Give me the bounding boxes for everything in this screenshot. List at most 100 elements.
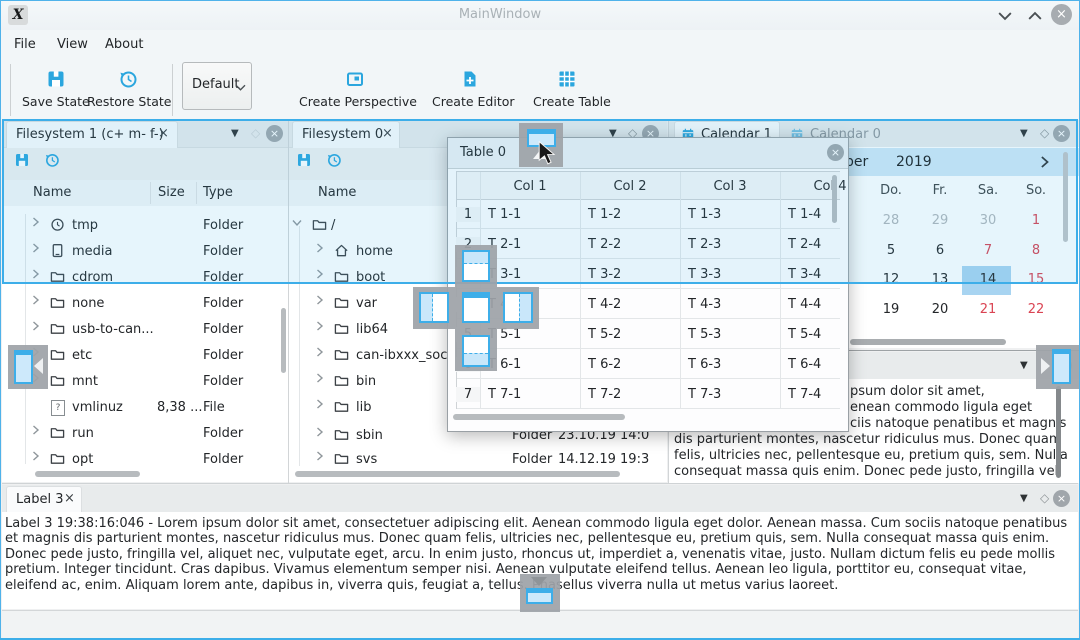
cell[interactable]: T 1-4 [788,207,821,222]
tree-row[interactable]: lib [356,400,371,415]
tab-filesystem1-close-icon[interactable]: × [158,126,169,141]
chevron-right-icon[interactable] [316,373,324,383]
chevron-right-icon[interactable] [316,243,324,253]
chevron-right-icon[interactable] [316,451,324,461]
calendar-day[interactable]: 15 [1014,272,1058,287]
tree-row[interactable]: svs [356,452,377,467]
menu-about[interactable]: About [105,37,143,52]
calendar-day[interactable]: 12 [869,272,913,287]
minimize-button[interactable] [998,10,1012,22]
menu-view[interactable]: View [57,37,88,52]
create-perspective-button[interactable]: Create Perspective [299,94,417,109]
fs0-save-icon[interactable] [296,152,312,168]
fs1-vscrollbar[interactable] [281,308,286,373]
chevron-right-icon[interactable] [32,217,40,227]
chevron-right-icon[interactable] [32,321,40,331]
cell[interactable]: T 3-2 [588,267,621,282]
cell[interactable]: T 5-3 [688,327,721,342]
fs1-float-icon[interactable]: ◇ [251,125,260,141]
calendar-next-month-icon[interactable] [1040,155,1050,169]
window-titlebar[interactable]: X MainWindow × [0,0,1080,30]
table0-hscrollbar[interactable] [453,414,625,420]
tree-row[interactable]: mnt [72,374,98,389]
tree-row[interactable]: sbin [356,428,383,443]
row-number[interactable]: 1 [456,207,480,222]
chevron-right-icon[interactable] [316,295,324,305]
chevron-right-icon[interactable] [316,347,324,357]
chevron-right-icon[interactable] [316,399,324,409]
calendar-day[interactable]: 29 [918,213,962,228]
tree-row[interactable]: run [72,426,94,441]
chevron-right-icon[interactable] [316,321,324,331]
cell[interactable]: T 6-4 [788,357,821,372]
create-editor-button[interactable]: Create Editor [432,94,515,109]
calendar-hscrollbar[interactable] [850,339,1006,345]
calendar-day[interactable]: 6 [918,243,962,258]
tree-row[interactable]: media [72,244,113,259]
fs1-save-icon[interactable] [14,152,30,168]
table0-col-header[interactable]: Col 3 [680,179,780,194]
tab-label3-close-icon[interactable]: × [64,491,75,506]
cell[interactable]: T 7-2 [588,387,621,402]
chevron-right-icon[interactable] [316,427,324,437]
cell[interactable]: T 2-3 [688,237,721,252]
save-state-button[interactable]: Save State [22,94,90,109]
cell[interactable]: T 1-2 [588,207,621,222]
chevron-right-icon[interactable] [32,295,40,305]
cell[interactable]: T 1-3 [688,207,721,222]
table0-titlebar[interactable]: Table 0 × [448,138,848,169]
calendar-day[interactable]: 19 [869,302,913,317]
row-number[interactable]: 7 [456,387,480,402]
label0-vscrollbar[interactable] [1056,386,1061,478]
label3-float-icon[interactable]: ◇ [1040,490,1049,506]
label3-titlebar[interactable] [2,485,1078,513]
calendar-day[interactable]: 7 [966,243,1010,258]
calendar-day[interactable]: 20 [918,302,962,317]
cell[interactable]: T 6-3 [688,357,721,372]
table0-col-header[interactable]: Col 2 [580,179,680,194]
cell[interactable]: T 6-2 [588,357,621,372]
tree-row[interactable]: tmp [72,218,98,233]
cell[interactable]: T 3-4 [788,267,821,282]
cell[interactable]: T 1-1 [488,207,521,222]
cell[interactable]: T 7-3 [688,387,721,402]
table0-col-header[interactable]: Col 4 [780,179,849,194]
tree-row[interactable]: boot [356,270,385,285]
tree-row[interactable]: bin [356,374,376,389]
cell[interactable]: T 3-3 [688,267,721,282]
table0-vscrollbar[interactable] [832,175,837,223]
calendar-day[interactable]: 1 [1014,213,1058,228]
cell[interactable]: T 7-1 [488,387,521,402]
cell[interactable]: T 7-4 [788,387,821,402]
cell[interactable]: T 5-2 [588,327,621,342]
tree-row[interactable]: none [72,296,104,311]
maximize-button[interactable] [1028,10,1042,22]
tree-row[interactable]: / [331,218,335,233]
calendar-day[interactable]: 8 [1014,243,1058,258]
tree-row[interactable]: var [356,296,377,311]
close-window-button[interactable]: × [1051,4,1072,25]
restore-state-button[interactable]: Restore State [87,94,172,109]
tab-filesystem0-close-icon[interactable]: × [382,126,393,141]
table0-col-header[interactable]: Col 1 [480,179,580,194]
fs0-hscrollbar[interactable] [295,471,620,477]
calendar-vscrollbar[interactable] [1063,152,1068,242]
create-table-button[interactable]: Create Table [533,94,611,109]
splitter-main-label3[interactable] [2,483,1078,484]
tree-row[interactable]: usb-to-can... [72,322,154,337]
cell[interactable]: T 4-4 [788,297,821,312]
tree-row[interactable]: lib64 [356,322,388,337]
fs1-close-button[interactable]: × [266,125,283,142]
cell[interactable]: T 2-4 [788,237,821,252]
calendar-day[interactable]: 13 [918,272,962,287]
cell[interactable]: T 2-2 [588,237,621,252]
calendar-day[interactable]: 28 [869,213,913,228]
label3-menu-arrow-icon[interactable]: ▼ [1020,491,1028,507]
tree-row[interactable]: vmlinuz [72,400,123,415]
calendar-day-selected[interactable]: 14 [966,272,1010,287]
tree-row[interactable]: etc [72,348,92,363]
fs0-restore-icon[interactable] [326,152,342,168]
chevron-right-icon[interactable] [32,269,40,279]
cell[interactable]: T 4-3 [688,297,721,312]
calendar-day[interactable]: 21 [966,302,1010,317]
